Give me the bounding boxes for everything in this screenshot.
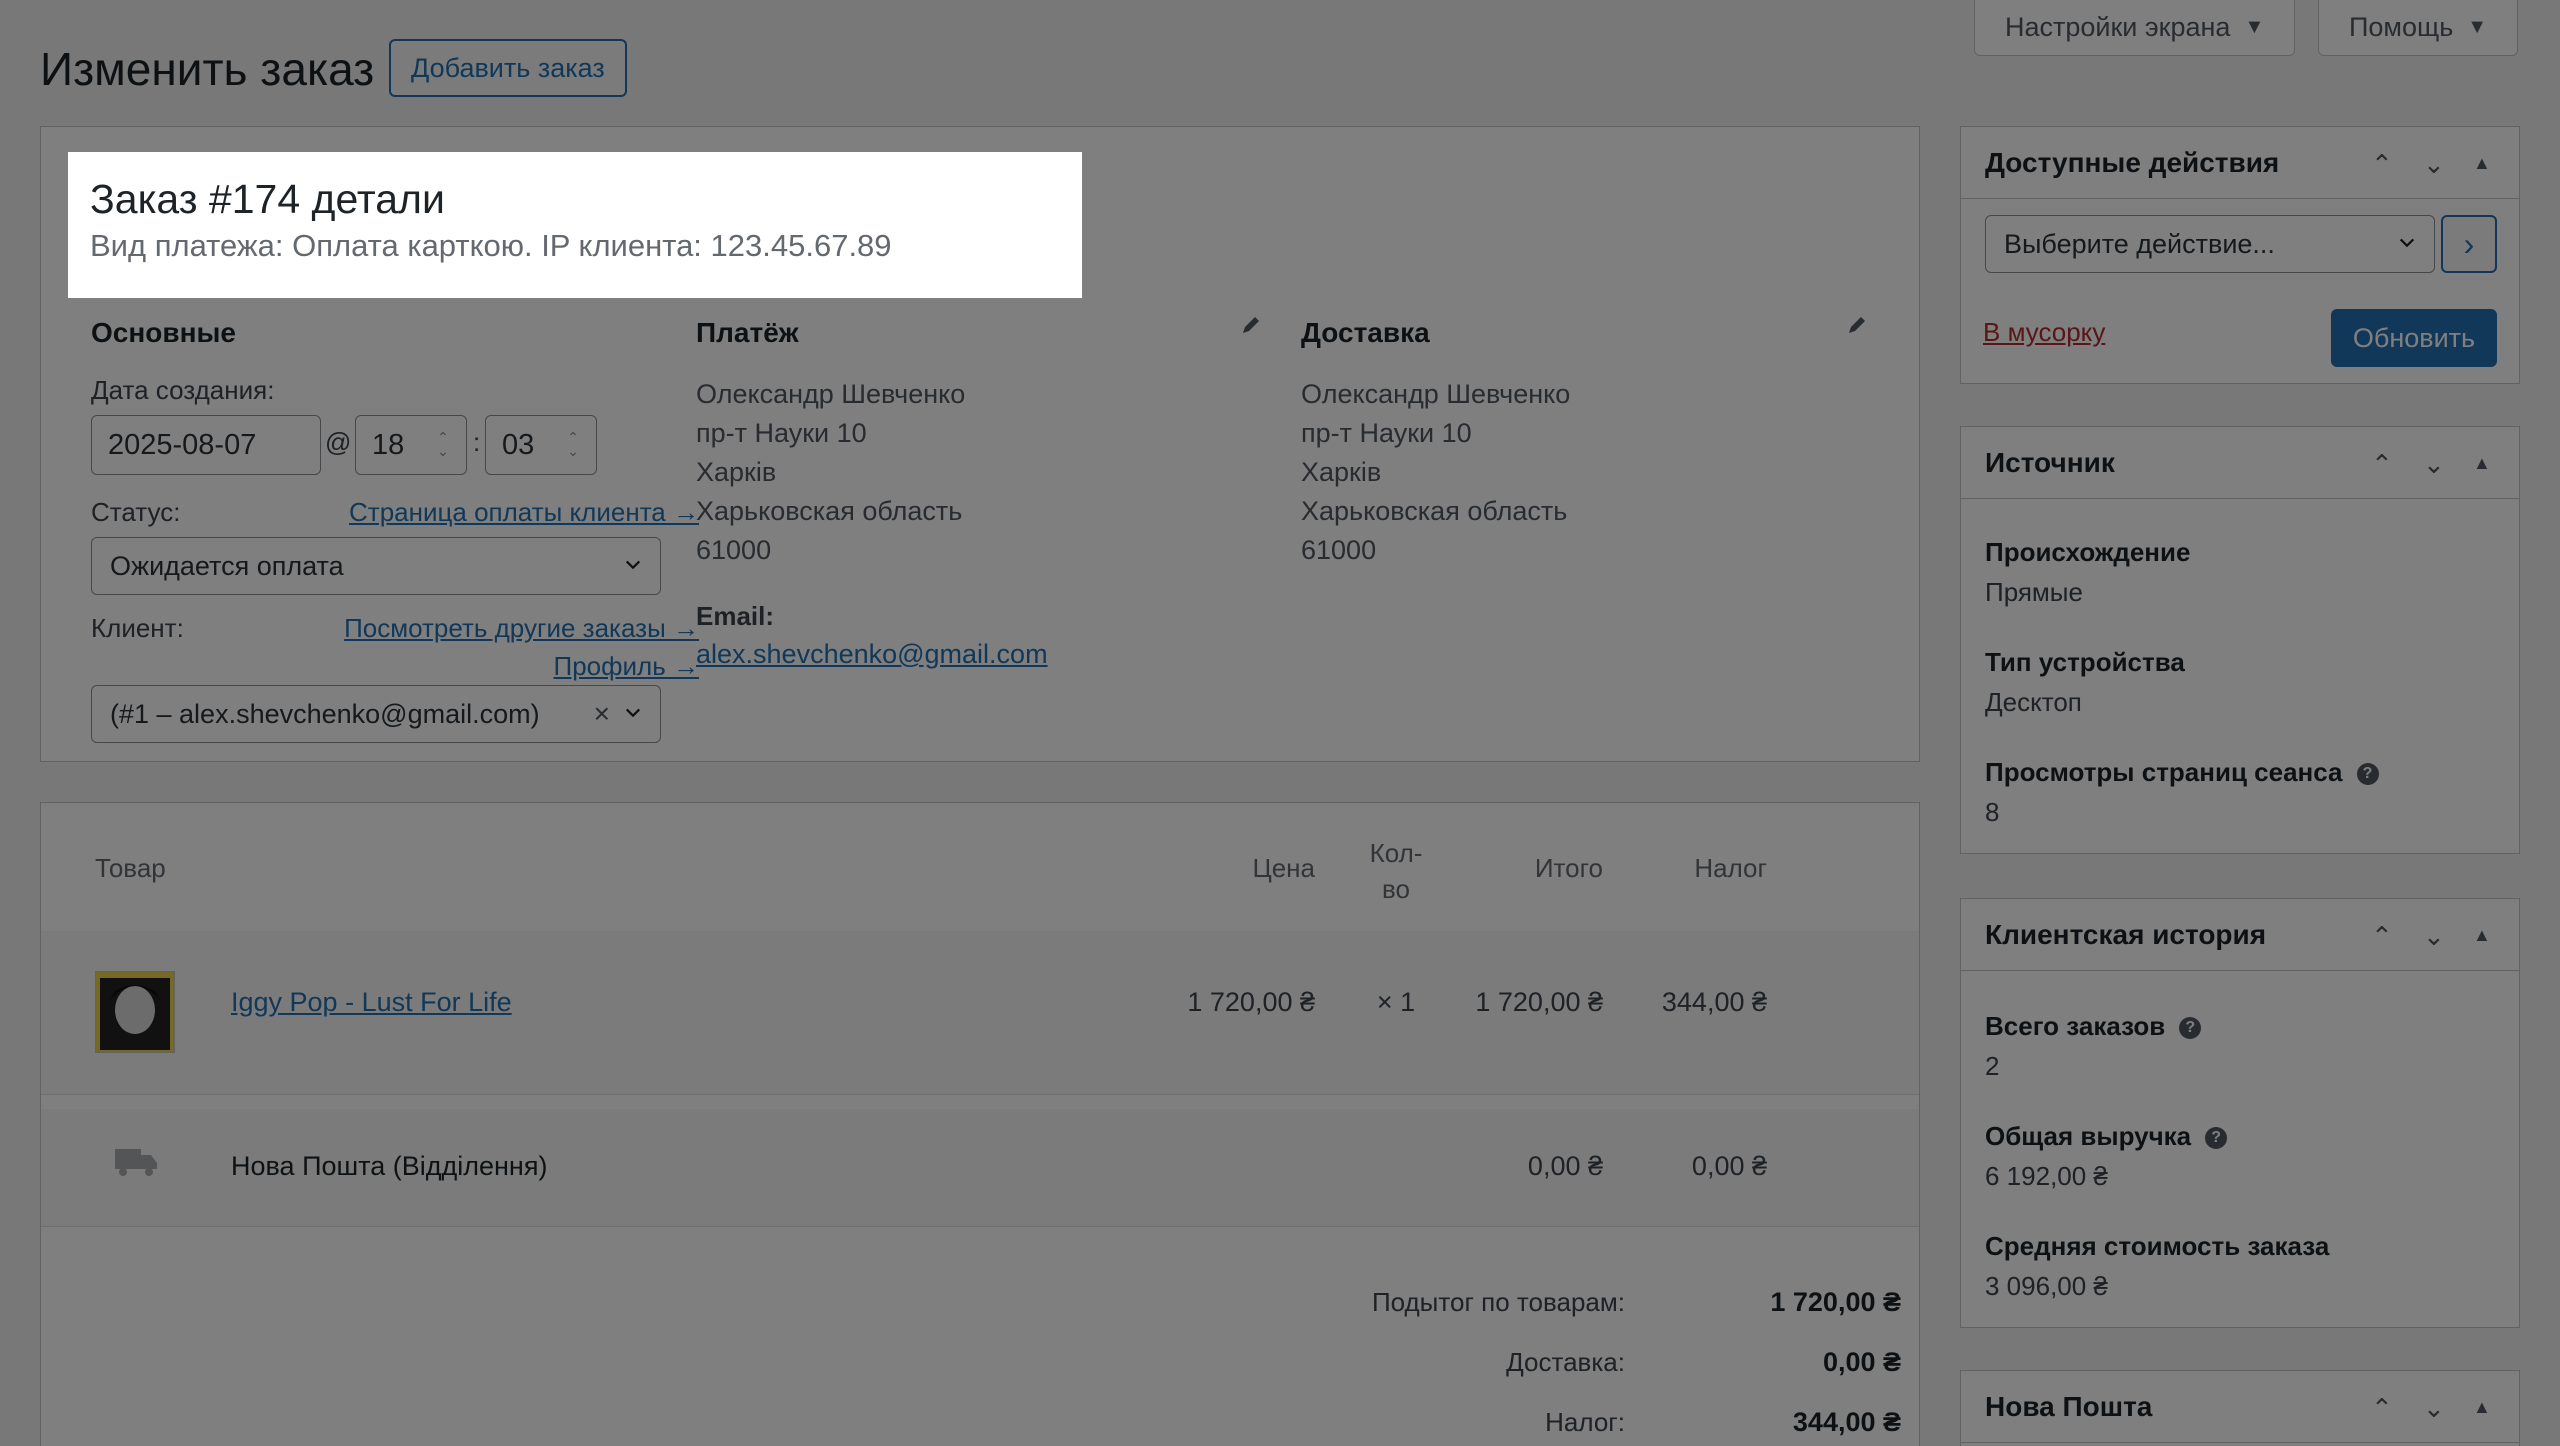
total-orders-value: 2 — [1985, 1051, 2000, 1081]
shipping-method-name: Нова Пошта (Відділення) — [231, 1151, 548, 1181]
item-total: 1 720,00 ₴ — [1475, 987, 1603, 1017]
avg-order-value: 3 096,00 ₴ — [1985, 1271, 2108, 1301]
item-price: 1 720,00 ₴ — [1187, 987, 1315, 1017]
tax-label: Налог: — [1545, 1407, 1625, 1437]
album-cover-image — [100, 978, 170, 1050]
order-payment-info: Вид платежа: Оплата карткою. IP клиента:… — [90, 228, 892, 263]
col-qty: Кол-во — [1369, 838, 1423, 904]
view-other-orders-link[interactable]: Посмотреть другие заказы → — [344, 613, 699, 644]
screen-options-button[interactable]: Настройки экрана ▼ — [1974, 0, 2296, 56]
move-up-icon[interactable]: ⌃ — [2371, 921, 2393, 952]
move-up-icon[interactable]: ⌃ — [2371, 1393, 2393, 1424]
chevron-right-icon: › — [2463, 225, 2475, 262]
caret-down-icon: ▼ — [2467, 16, 2488, 38]
pencil-icon[interactable] — [1845, 313, 1869, 337]
shipping-label: Доставка: — [1506, 1347, 1625, 1377]
item-tax: 344,00 ₴ — [1661, 987, 1767, 1017]
session-pageviews-value: 8 — [1985, 797, 2000, 827]
source-box: Источник ⌃ ⌄ ▲ Происхождение Прямые Тип … — [1960, 426, 2520, 854]
device-type-label: Тип устройства — [1985, 647, 2185, 677]
col-tax: Налог — [1694, 853, 1767, 883]
chevron-down-icon — [2399, 238, 2415, 248]
move-down-icon[interactable]: ⌄ — [2423, 921, 2445, 952]
total-revenue-label: Общая выручка? — [1985, 1121, 2228, 1152]
hour-field[interactable]: 18 ⌃ ⌄ — [355, 415, 467, 475]
table-row: Iggy Pop - Lust For Life 1 720,00 ₴ × 1 … — [41, 931, 1919, 1095]
billing-heading: Платёж — [696, 317, 799, 348]
customer-payment-page-link[interactable]: Страница оплаты клиента → — [349, 497, 699, 528]
subtotal-label: Подытог по товарам: — [1371, 1287, 1625, 1317]
pencil-icon[interactable] — [1239, 313, 1263, 337]
truck-icon — [115, 1149, 157, 1176]
customer-history-box: Клиентская история ⌃ ⌄ ▲ Всего заказов? … — [1960, 898, 2520, 1328]
shipping-address: Олександр Шевченко пр-т Науки 10 Харків … — [1301, 379, 1571, 565]
status-label: Статус: — [91, 497, 181, 527]
help-button[interactable]: Помощь ▼ — [2318, 0, 2519, 56]
toggle-panel-icon[interactable]: ▲ — [2473, 153, 2491, 174]
nova-poshta-box: Нова Пошта ⌃ ⌄ ▲ — [1960, 1370, 2520, 1446]
status-select[interactable]: Ожидается оплата — [91, 537, 661, 595]
order-actions-box: Доступные действия ⌃ ⌄ ▲ Выберите действ… — [1960, 126, 2520, 384]
move-to-trash-link[interactable]: В мусорку — [1983, 317, 2105, 348]
order-title-spotlight: Заказ #174 детали Вид платежа: Оплата ка… — [68, 152, 1082, 298]
help-icon[interactable]: ? — [2179, 1017, 2202, 1040]
caret-down-icon: ▼ — [2244, 16, 2265, 38]
clear-icon[interactable]: × — [594, 698, 610, 730]
total-orders-label: Всего заказов? — [1985, 1011, 2202, 1042]
shipping-tax: 0,00 ₴ — [1691, 1151, 1767, 1181]
move-down-icon[interactable]: ⌄ — [2423, 149, 2445, 180]
shipping-row: Нова Пошта (Відділення) 0,00 ₴ 0,00 ₴ — [41, 1109, 1919, 1227]
customer-label: Клиент: — [91, 613, 184, 643]
update-button[interactable]: Обновить — [2331, 309, 2497, 367]
order-title: Заказ #174 детали — [90, 176, 445, 222]
shipping-value: 0,00 ₴ — [1822, 1347, 1901, 1377]
total-revenue-value: 6 192,00 ₴ — [1985, 1161, 2108, 1191]
subtotal-value: 1 720,00 ₴ — [1770, 1287, 1901, 1317]
minute-field[interactable]: 03 ⌃ ⌄ — [485, 415, 597, 475]
help-label: Помощь — [2349, 12, 2454, 42]
origin-value: Прямые — [1985, 577, 2083, 607]
move-down-icon[interactable]: ⌄ — [2423, 449, 2445, 480]
screen-options-label: Настройки экрана — [2005, 12, 2231, 42]
email-label: Email: — [696, 601, 775, 631]
order-items-panel: Товар Цена Кол-во Итого Налог Iggy Pop -… — [40, 802, 1920, 1446]
session-pageviews-label: Просмотры страниц сеанса? — [1985, 757, 2379, 788]
order-action-select[interactable]: Выберите действие... — [1985, 215, 2435, 273]
toggle-panel-icon[interactable]: ▲ — [2473, 925, 2491, 946]
toggle-panel-icon[interactable]: ▲ — [2473, 453, 2491, 474]
shipping-total: 0,00 ₴ — [1527, 1151, 1603, 1181]
date-field[interactable]: 2025-08-07 — [91, 415, 321, 475]
shipping-heading: Доставка — [1301, 317, 1430, 348]
help-icon[interactable]: ? — [2356, 763, 2379, 786]
customer-select[interactable]: (#1 – alex.shevchenko@gmail.com) × — [91, 685, 661, 743]
billing-email-link[interactable]: alex.shevchenko@gmail.com — [696, 639, 1048, 670]
page-title: Изменить заказ — [40, 43, 375, 95]
move-up-icon[interactable]: ⌃ — [2371, 149, 2393, 180]
col-price: Цена — [1252, 853, 1315, 883]
billing-address: Олександр Шевченко пр-т Науки 10 Харків … — [696, 379, 966, 565]
help-icon[interactable]: ? — [2205, 1127, 2228, 1150]
toggle-panel-icon[interactable]: ▲ — [2473, 1397, 2491, 1418]
device-type-value: Десктоп — [1985, 687, 2082, 717]
product-thumbnail — [95, 971, 175, 1053]
spinner-icon[interactable]: ⌃ ⌄ — [562, 430, 584, 458]
apply-action-button[interactable]: › — [2441, 215, 2497, 273]
spinner-icon[interactable]: ⌃ ⌄ — [432, 430, 454, 458]
general-heading: Основные — [91, 317, 236, 348]
origin-label: Происхождение — [1985, 537, 2191, 567]
col-total: Итого — [1534, 853, 1603, 883]
move-up-icon[interactable]: ⌃ — [2371, 449, 2393, 480]
col-product: Товар — [95, 853, 166, 883]
move-down-icon[interactable]: ⌄ — [2423, 1393, 2445, 1424]
add-order-button[interactable]: Добавить заказ — [389, 39, 627, 97]
tax-value: 344,00 ₴ — [1792, 1407, 1901, 1437]
profile-link[interactable]: Профиль → — [554, 651, 699, 682]
date-created-label: Дата создания: — [91, 375, 275, 405]
chevron-down-icon — [625, 708, 641, 718]
product-link[interactable]: Iggy Pop - Lust For Life — [231, 987, 512, 1018]
chevron-down-icon — [625, 560, 641, 570]
avg-order-label: Средняя стоимость заказа — [1985, 1231, 2330, 1261]
